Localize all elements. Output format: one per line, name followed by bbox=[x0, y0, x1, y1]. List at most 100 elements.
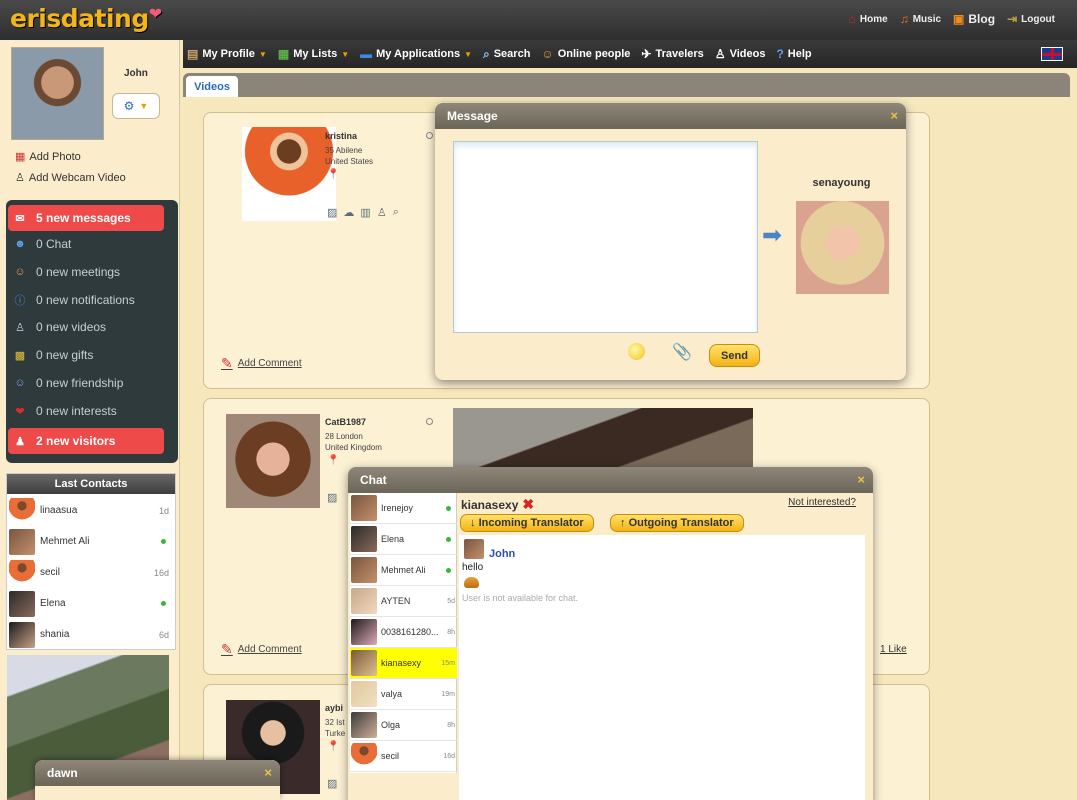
message-input[interactable] bbox=[453, 141, 758, 333]
chat-contact[interactable]: Mehmet Ali bbox=[350, 555, 457, 586]
avatar[interactable] bbox=[226, 414, 320, 508]
arrow-up-icon: ↑ bbox=[620, 517, 626, 529]
contact-item[interactable]: linaasua 1d bbox=[7, 495, 175, 526]
avatar bbox=[351, 712, 377, 738]
notif-messages[interactable]: ✉ 5 new messages bbox=[8, 205, 164, 231]
chat-contact[interactable]: 0038161280... 8h bbox=[350, 617, 457, 648]
chevron-down-icon: ▼ bbox=[258, 49, 267, 59]
webcam-icon: ♙ bbox=[15, 172, 25, 184]
dawn-popup-header[interactable]: dawn × bbox=[35, 760, 280, 786]
notif-notifications[interactable]: ⓘ 0 new notifications bbox=[8, 287, 164, 313]
nav-online-people[interactable]: ☺ Online people bbox=[541, 47, 630, 61]
notif-visitors[interactable]: ♟ 2 new visitors bbox=[8, 428, 164, 454]
film-icon[interactable]: ▥ bbox=[360, 206, 370, 219]
nav-travelers[interactable]: ✈ Travelers bbox=[641, 47, 703, 61]
info-icon: ⓘ bbox=[14, 295, 26, 307]
like-count[interactable]: 1 Like bbox=[880, 644, 907, 655]
member-name[interactable]: kristina bbox=[325, 131, 357, 141]
emoji-icon[interactable] bbox=[628, 343, 645, 360]
settings-button[interactable]: ⚙ ▼ bbox=[112, 93, 160, 119]
language-flag-icon[interactable] bbox=[1041, 47, 1063, 61]
card-actions: ▨ bbox=[327, 491, 337, 504]
chat-contact[interactable]: valya 19m bbox=[350, 679, 457, 710]
people-icon: ☺ bbox=[541, 47, 554, 61]
not-interested-link[interactable]: Not interested? bbox=[788, 497, 856, 508]
close-icon[interactable]: × bbox=[890, 103, 898, 129]
select-radio[interactable] bbox=[426, 132, 433, 139]
nav-search[interactable]: ⌕ Search bbox=[483, 47, 530, 62]
add-comment-link[interactable]: ✎ Add Comment bbox=[221, 641, 302, 658]
nav-my-profile[interactable]: ▤ My Profile ▼ bbox=[187, 47, 267, 61]
home-link[interactable]: ⌂ Home bbox=[849, 12, 888, 26]
profile-avatar[interactable] bbox=[11, 47, 104, 140]
avatar bbox=[9, 621, 35, 648]
nav-videos[interactable]: ♙ Videos bbox=[715, 47, 766, 61]
notif-friendship[interactable]: ☺ 0 new friendship bbox=[8, 370, 164, 396]
avatar bbox=[351, 619, 377, 645]
chat-contact[interactable]: Olga 8h bbox=[350, 710, 457, 741]
photo-icon[interactable]: ▨ bbox=[327, 206, 337, 219]
incoming-translator-button[interactable]: ↓ Incoming Translator bbox=[460, 514, 594, 532]
contact-item[interactable]: Mehmet Ali bbox=[7, 526, 175, 557]
add-photo-link[interactable]: ▦ Add Photo bbox=[15, 150, 81, 164]
photo-icon[interactable]: ▨ bbox=[327, 777, 337, 790]
chat-status: User is not available for chat. bbox=[462, 593, 579, 603]
heart-icon: ❤ bbox=[148, 4, 162, 23]
tab-videos[interactable]: Videos bbox=[186, 76, 238, 97]
chat-contact[interactable]: secil 16d bbox=[350, 741, 457, 772]
music-link[interactable]: ♫ Music bbox=[900, 12, 941, 26]
nav-help[interactable]: ? Help bbox=[776, 47, 811, 61]
member-name[interactable]: CatB1987 bbox=[325, 417, 366, 427]
message-text: hello bbox=[462, 562, 484, 573]
logout-icon: ⇥ bbox=[1007, 12, 1018, 26]
attachment-icon[interactable]: 📎 bbox=[672, 342, 692, 362]
house-icon: ⌂ bbox=[848, 12, 856, 26]
logout-link[interactable]: ⇥ Logout bbox=[1007, 12, 1055, 26]
logo[interactable]: erisdating❤ bbox=[10, 4, 162, 33]
chat-contact[interactable]: AYTEN 5d bbox=[350, 586, 457, 617]
select-radio[interactable] bbox=[426, 418, 433, 425]
member-name[interactable]: aybi bbox=[325, 703, 343, 713]
chat-contact[interactable]: Irenejoy bbox=[350, 493, 457, 524]
notifications-panel: ✉ 5 new messages ☻ 0 Chat ☺ 0 new meetings … bbox=[6, 200, 178, 463]
nav-my-lists[interactable]: ▦ My Lists ▼ bbox=[278, 47, 349, 61]
profile-icon: ▤ bbox=[187, 47, 199, 61]
nav-my-applications[interactable]: ▬ My Applications ▼ bbox=[360, 47, 472, 61]
contact-item[interactable]: secil 16d bbox=[7, 557, 175, 588]
gear-icon: ⚙ bbox=[123, 99, 135, 113]
chat-icon[interactable]: ☁ bbox=[343, 206, 354, 219]
blog-link[interactable]: ▣ Blog bbox=[953, 12, 995, 26]
pencil-icon: ✎ bbox=[221, 641, 233, 657]
avatar[interactable] bbox=[242, 127, 336, 221]
close-icon[interactable]: × bbox=[857, 467, 865, 493]
message-sender: John bbox=[489, 548, 516, 560]
close-icon[interactable]: × bbox=[264, 760, 272, 786]
arrow-down-icon: ↓ bbox=[470, 517, 476, 529]
main-nav: ▤ My Profile ▼ ▦ My Lists ▼ ▬ My Applications… bbox=[183, 40, 1077, 68]
message-popup-header[interactable]: Message × bbox=[435, 103, 906, 129]
add-comment-link[interactable]: ✎ Add Comment bbox=[221, 355, 302, 372]
chat-contact[interactable]: Elena bbox=[350, 524, 457, 555]
video-thumbnail[interactable] bbox=[453, 408, 753, 468]
webcam-icon[interactable]: ♙ bbox=[377, 206, 387, 219]
notif-interests[interactable]: ❤ 0 new interests bbox=[8, 398, 164, 424]
notif-meetings[interactable]: ☺ 0 new meetings bbox=[8, 259, 164, 285]
zoom-icon[interactable]: ⌕ bbox=[393, 206, 399, 219]
arrow-right-icon: ➡ bbox=[762, 222, 783, 249]
outgoing-translator-button[interactable]: ↑ Outgoing Translator bbox=[610, 514, 744, 532]
chat-popup-header[interactable]: Chat × bbox=[348, 467, 873, 493]
block-icon[interactable]: ✖ bbox=[522, 496, 534, 513]
chat-contact-selected[interactable]: kianasexy 15m bbox=[350, 648, 457, 679]
chevron-down-icon: ▼ bbox=[341, 49, 350, 59]
notif-gifts[interactable]: ▩ 0 new gifts bbox=[8, 342, 164, 368]
contact-item[interactable]: shania 6d bbox=[7, 619, 175, 650]
notif-videos[interactable]: ♙ 0 new videos bbox=[8, 314, 164, 340]
profile-name: John bbox=[124, 68, 148, 79]
photo-icon[interactable]: ▨ bbox=[327, 491, 337, 504]
add-webcam-video-link[interactable]: ♙ Add Webcam Video bbox=[15, 171, 126, 185]
contact-item[interactable]: Elena bbox=[7, 588, 175, 619]
tab-bar: Videos bbox=[183, 73, 1070, 97]
recipient-avatar[interactable] bbox=[796, 201, 889, 294]
notif-chat[interactable]: ☻ 0 Chat bbox=[8, 231, 164, 257]
send-button[interactable]: Send bbox=[709, 344, 760, 367]
